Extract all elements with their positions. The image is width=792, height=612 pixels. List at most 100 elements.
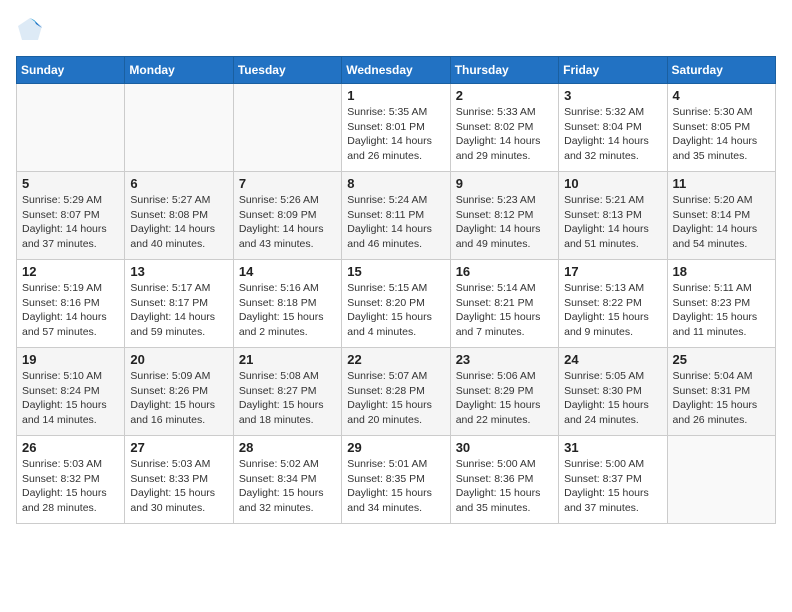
day-info: Sunrise: 5:11 AM Sunset: 8:23 PM Dayligh… <box>673 281 770 340</box>
day-number: 26 <box>22 440 119 455</box>
calendar-cell: 12Sunrise: 5:19 AM Sunset: 8:16 PM Dayli… <box>17 260 125 348</box>
weekday-header-row: SundayMondayTuesdayWednesdayThursdayFrid… <box>17 57 776 84</box>
day-info: Sunrise: 5:05 AM Sunset: 8:30 PM Dayligh… <box>564 369 661 428</box>
calendar-cell: 6 Sunrise: 5:27 AM Sunset: 8:08 PM Daylig… <box>125 172 233 260</box>
calendar-cell: 5 Sunrise: 5:29 AM Sunset: 8:07 PM Daylig… <box>17 172 125 260</box>
day-number: 16 <box>456 264 553 279</box>
day-number: 27 <box>130 440 227 455</box>
logo-icon <box>16 16 44 44</box>
day-info: Sunrise: 5:10 AM Sunset: 8:24 PM Dayligh… <box>22 369 119 428</box>
calendar-header: SundayMondayTuesdayWednesdayThursdayFrid… <box>17 57 776 84</box>
calendar-cell: 21 Sunrise: 5:08 AM Sunset: 8:27 PM Dayli… <box>233 348 341 436</box>
day-number: 24 <box>564 352 661 367</box>
day-number: 2 <box>456 88 553 103</box>
day-number: 11 <box>673 176 770 191</box>
calendar-cell: 27 Sunrise: 5:03 AM Sunset: 8:33 PM Dayli… <box>125 436 233 524</box>
page-header <box>16 16 776 44</box>
day-number: 10 <box>564 176 661 191</box>
day-info: Sunrise: 5:07 AM Sunset: 8:28 PM Dayligh… <box>347 369 444 428</box>
day-number: 17 <box>564 264 661 279</box>
calendar-week-2: 5 Sunrise: 5:29 AM Sunset: 8:07 PM Daylig… <box>17 172 776 260</box>
calendar-cell: 28 Sunrise: 5:02 AM Sunset: 8:34 PM Dayli… <box>233 436 341 524</box>
day-info: Sunrise: 5:03 AM Sunset: 8:33 PM Dayligh… <box>130 457 227 516</box>
day-info: Sunrise: 5:24 AM Sunset: 8:11 PM Dayligh… <box>347 193 444 252</box>
calendar-week-3: 12Sunrise: 5:19 AM Sunset: 8:16 PM Dayli… <box>17 260 776 348</box>
day-number: 14 <box>239 264 336 279</box>
calendar-cell: 30Sunrise: 5:00 AM Sunset: 8:36 PM Dayli… <box>450 436 558 524</box>
day-info: Sunrise: 5:06 AM Sunset: 8:29 PM Dayligh… <box>456 369 553 428</box>
day-number: 19 <box>22 352 119 367</box>
day-info: Sunrise: 5:08 AM Sunset: 8:27 PM Dayligh… <box>239 369 336 428</box>
weekday-header-wednesday: Wednesday <box>342 57 450 84</box>
calendar-cell: 10Sunrise: 5:21 AM Sunset: 8:13 PM Dayli… <box>559 172 667 260</box>
calendar-cell: 17 Sunrise: 5:13 AM Sunset: 8:22 PM Dayli… <box>559 260 667 348</box>
calendar-table: SundayMondayTuesdayWednesdayThursdayFrid… <box>16 56 776 524</box>
calendar-cell: 23 Sunrise: 5:06 AM Sunset: 8:29 PM Dayli… <box>450 348 558 436</box>
calendar-cell: 3 Sunrise: 5:32 AM Sunset: 8:04 PM Daylig… <box>559 84 667 172</box>
day-number: 15 <box>347 264 444 279</box>
calendar-cell: 14 Sunrise: 5:16 AM Sunset: 8:18 PM Dayli… <box>233 260 341 348</box>
day-number: 3 <box>564 88 661 103</box>
day-info: Sunrise: 5:29 AM Sunset: 8:07 PM Dayligh… <box>22 193 119 252</box>
calendar-cell <box>233 84 341 172</box>
weekday-header-sunday: Sunday <box>17 57 125 84</box>
calendar-cell: 1Sunrise: 5:35 AM Sunset: 8:01 PM Daylig… <box>342 84 450 172</box>
calendar-cell: 22Sunrise: 5:07 AM Sunset: 8:28 PM Dayli… <box>342 348 450 436</box>
day-number: 31 <box>564 440 661 455</box>
day-info: Sunrise: 5:14 AM Sunset: 8:21 PM Dayligh… <box>456 281 553 340</box>
calendar-cell: 11 Sunrise: 5:20 AM Sunset: 8:14 PM Dayli… <box>667 172 775 260</box>
calendar-week-1: 1Sunrise: 5:35 AM Sunset: 8:01 PM Daylig… <box>17 84 776 172</box>
calendar-cell: 25Sunrise: 5:04 AM Sunset: 8:31 PM Dayli… <box>667 348 775 436</box>
calendar-cell: 2Sunrise: 5:33 AM Sunset: 8:02 PM Daylig… <box>450 84 558 172</box>
calendar-cell: 4Sunrise: 5:30 AM Sunset: 8:05 PM Daylig… <box>667 84 775 172</box>
day-info: Sunrise: 5:19 AM Sunset: 8:16 PM Dayligh… <box>22 281 119 340</box>
calendar-cell: 19 Sunrise: 5:10 AM Sunset: 8:24 PM Dayli… <box>17 348 125 436</box>
day-info: Sunrise: 5:16 AM Sunset: 8:18 PM Dayligh… <box>239 281 336 340</box>
calendar-cell: 13 Sunrise: 5:17 AM Sunset: 8:17 PM Dayli… <box>125 260 233 348</box>
day-number: 13 <box>130 264 227 279</box>
day-info: Sunrise: 5:20 AM Sunset: 8:14 PM Dayligh… <box>673 193 770 252</box>
calendar-cell: 31 Sunrise: 5:00 AM Sunset: 8:37 PM Dayli… <box>559 436 667 524</box>
day-info: Sunrise: 5:13 AM Sunset: 8:22 PM Dayligh… <box>564 281 661 340</box>
day-info: Sunrise: 5:00 AM Sunset: 8:36 PM Dayligh… <box>456 457 553 516</box>
day-info: Sunrise: 5:30 AM Sunset: 8:05 PM Dayligh… <box>673 105 770 164</box>
calendar-cell: 16 Sunrise: 5:14 AM Sunset: 8:21 PM Dayli… <box>450 260 558 348</box>
day-info: Sunrise: 5:02 AM Sunset: 8:34 PM Dayligh… <box>239 457 336 516</box>
day-number: 9 <box>456 176 553 191</box>
day-info: Sunrise: 5:01 AM Sunset: 8:35 PM Dayligh… <box>347 457 444 516</box>
day-number: 28 <box>239 440 336 455</box>
day-number: 25 <box>673 352 770 367</box>
calendar-week-4: 19 Sunrise: 5:10 AM Sunset: 8:24 PM Dayli… <box>17 348 776 436</box>
day-info: Sunrise: 5:00 AM Sunset: 8:37 PM Dayligh… <box>564 457 661 516</box>
calendar-cell: 26 Sunrise: 5:03 AM Sunset: 8:32 PM Dayli… <box>17 436 125 524</box>
logo <box>16 16 48 44</box>
day-info: Sunrise: 5:17 AM Sunset: 8:17 PM Dayligh… <box>130 281 227 340</box>
calendar-week-5: 26 Sunrise: 5:03 AM Sunset: 8:32 PM Dayli… <box>17 436 776 524</box>
weekday-header-monday: Monday <box>125 57 233 84</box>
calendar-cell: 29 Sunrise: 5:01 AM Sunset: 8:35 PM Dayli… <box>342 436 450 524</box>
day-number: 23 <box>456 352 553 367</box>
calendar-cell: 20Sunrise: 5:09 AM Sunset: 8:26 PM Dayli… <box>125 348 233 436</box>
calendar-cell: 7 Sunrise: 5:26 AM Sunset: 8:09 PM Daylig… <box>233 172 341 260</box>
calendar-cell <box>17 84 125 172</box>
calendar-cell <box>667 436 775 524</box>
weekday-header-saturday: Saturday <box>667 57 775 84</box>
day-info: Sunrise: 5:23 AM Sunset: 8:12 PM Dayligh… <box>456 193 553 252</box>
day-number: 1 <box>347 88 444 103</box>
calendar-cell: 24 Sunrise: 5:05 AM Sunset: 8:30 PM Dayli… <box>559 348 667 436</box>
day-info: Sunrise: 5:27 AM Sunset: 8:08 PM Dayligh… <box>130 193 227 252</box>
day-number: 5 <box>22 176 119 191</box>
day-info: Sunrise: 5:15 AM Sunset: 8:20 PM Dayligh… <box>347 281 444 340</box>
calendar-cell: 15 Sunrise: 5:15 AM Sunset: 8:20 PM Dayli… <box>342 260 450 348</box>
day-number: 21 <box>239 352 336 367</box>
day-info: Sunrise: 5:26 AM Sunset: 8:09 PM Dayligh… <box>239 193 336 252</box>
calendar-cell <box>125 84 233 172</box>
calendar-body: 1Sunrise: 5:35 AM Sunset: 8:01 PM Daylig… <box>17 84 776 524</box>
day-number: 8 <box>347 176 444 191</box>
day-number: 29 <box>347 440 444 455</box>
day-info: Sunrise: 5:32 AM Sunset: 8:04 PM Dayligh… <box>564 105 661 164</box>
day-number: 20 <box>130 352 227 367</box>
day-number: 6 <box>130 176 227 191</box>
day-info: Sunrise: 5:03 AM Sunset: 8:32 PM Dayligh… <box>22 457 119 516</box>
day-number: 7 <box>239 176 336 191</box>
